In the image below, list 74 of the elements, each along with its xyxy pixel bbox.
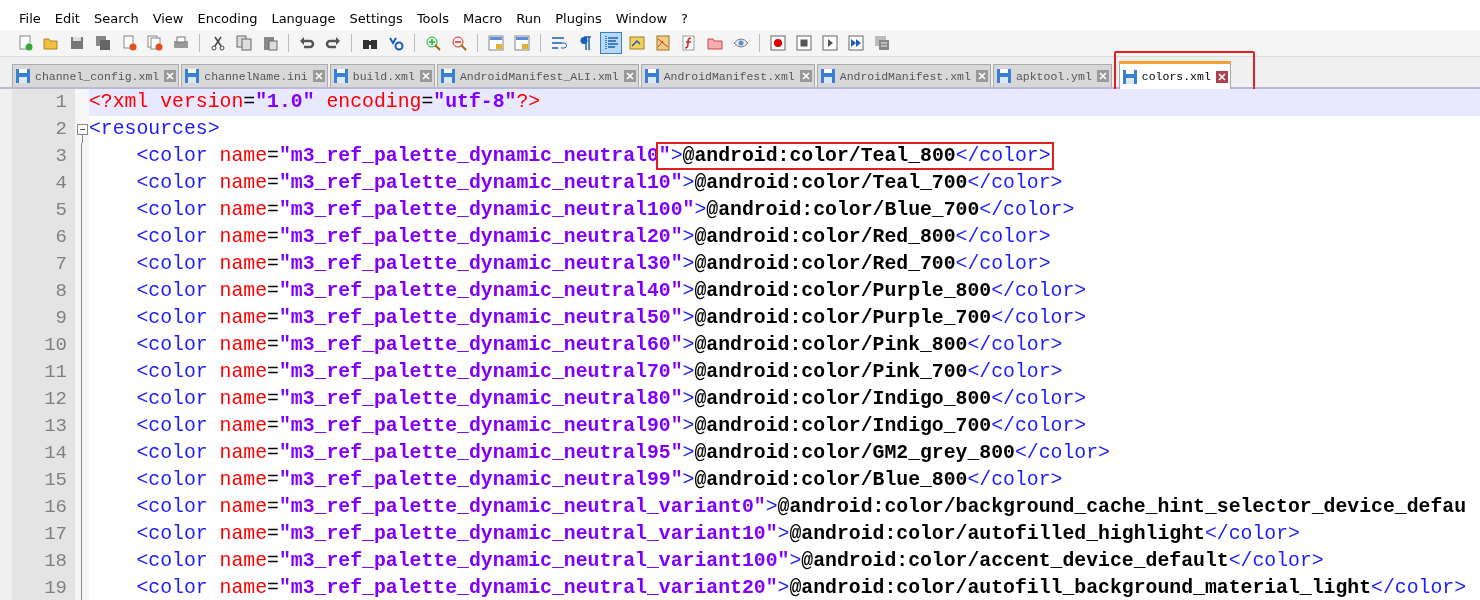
menu-item[interactable]: Window xyxy=(608,10,675,26)
close-icon[interactable] xyxy=(312,70,325,82)
code-line: <color name="m3_ref_palette_dynamic_neutral80">@android:color/Indigo_800</color> xyxy=(136,387,1087,412)
code-line: <color name="m3_ref_palette_dynamic_neutral_variant0">@android:color/background_cache_hint_selector_device_defau xyxy=(136,495,1467,520)
stop-icon[interactable] xyxy=(793,32,815,54)
line-number: 15 xyxy=(43,468,68,493)
code-line: <color name="m3_ref_palette_dynamic_neutral_variant10">@android:color/autofilled_highlight</color> xyxy=(136,522,1300,547)
menu-item[interactable]: Encoding xyxy=(190,10,265,26)
code-line: <color name="m3_ref_palette_dynamic_neutral99">@android:color/Blue_800</color> xyxy=(136,468,1063,493)
menu-item[interactable]: Run xyxy=(509,10,549,26)
file-tab[interactable]: colors.xml xyxy=(1118,61,1231,89)
line-number: 14 xyxy=(43,441,68,466)
file-tab[interactable]: AndroidManifest.xml xyxy=(640,64,815,87)
close-icon[interactable] xyxy=(975,70,988,82)
line-number: 1 xyxy=(54,90,68,115)
line-number: 8 xyxy=(54,279,68,304)
line-number: 4 xyxy=(54,171,68,196)
sync-vertical-icon[interactable] xyxy=(485,32,507,54)
line-number: 2 xyxy=(54,117,68,142)
line-number: 17 xyxy=(43,522,68,547)
close-icon[interactable] xyxy=(1215,70,1228,83)
line-number: 16 xyxy=(43,495,68,520)
code-line: <color name="m3_ref_palette_dynamic_neutral_variant20">@android:color/autofill_background_material_light</color> xyxy=(136,576,1467,600)
menu-item[interactable]: Tools xyxy=(409,10,456,26)
menu-item[interactable]: Edit xyxy=(47,10,87,26)
file-tab[interactable]: apktool.yml xyxy=(992,64,1112,87)
code-line: <color name="m3_ref_palette_dynamic_neutral70">@android:color/Pink_700</color> xyxy=(136,360,1063,385)
line-number: 11 xyxy=(43,360,68,385)
close-icon[interactable] xyxy=(164,70,177,82)
code-line: <color name="m3_ref_palette_dynamic_neutral10">@android:color/Teal_700</color> xyxy=(136,171,1063,196)
close-icon[interactable] xyxy=(623,70,636,82)
close-icon[interactable] xyxy=(799,70,812,82)
code-line: <resources> xyxy=(89,117,220,142)
menu-item[interactable]: Settings xyxy=(342,10,410,26)
line-number: 7 xyxy=(54,252,68,277)
close-icon[interactable] xyxy=(419,70,432,82)
menu-item[interactable]: Macro xyxy=(455,10,510,26)
code-line: <color name="m3_ref_palette_dynamic_neutral50">@android:color/Purple_700</color> xyxy=(136,306,1087,331)
close-icon[interactable] xyxy=(1096,70,1109,82)
line-number: 9 xyxy=(54,306,68,331)
menu-item[interactable]: Plugins xyxy=(548,10,609,26)
line-number: 10 xyxy=(43,333,68,358)
file-tab[interactable]: channel_config.xml xyxy=(12,64,180,87)
line-number: 3 xyxy=(54,144,68,169)
code-line: <color name="m3_ref_palette_dynamic_neutral90">@android:color/Indigo_700</color> xyxy=(136,414,1087,439)
file-tab[interactable]: AndroidManifest.xml xyxy=(816,64,991,87)
code-line: <color name="m3_ref_palette_dynamic_neutral30">@android:color/Red_700</color> xyxy=(136,252,1051,277)
code-line: <color name="m3_ref_palette_dynamic_neutral_variant100">@android:color/accent_device_default</color> xyxy=(136,549,1324,574)
indent-guide-icon[interactable] xyxy=(600,32,622,54)
line-number: 13 xyxy=(43,414,68,439)
record-icon[interactable] xyxy=(767,32,789,54)
code-line: <color name="m3_ref_palette_dynamic_neutral60">@android:color/Pink_800</color> xyxy=(136,333,1063,358)
menu-item[interactable]: ? xyxy=(674,10,695,26)
menu-item[interactable]: Search xyxy=(86,10,146,26)
code-line: <color name="m3_ref_palette_dynamic_neutral20">@android:color/Red_800</color> xyxy=(136,225,1051,250)
line-number: 12 xyxy=(43,387,68,412)
code-line: <color name="m3_ref_palette_dynamic_neutral100">@android:color/Blue_700</color> xyxy=(136,198,1075,223)
fast-forward-icon[interactable] xyxy=(845,32,867,54)
code-line: <color name="m3_ref_palette_dynamic_neutral0">@android:color/Teal_800</color> xyxy=(136,143,1051,170)
code-line: <color name="m3_ref_palette_dynamic_neutral95">@android:color/GM2_grey_800</color> xyxy=(136,441,1110,466)
menu-item[interactable]: Language xyxy=(264,10,343,26)
menu-item[interactable]: View xyxy=(145,10,191,26)
file-tab[interactable]: build.xml xyxy=(329,64,435,87)
sync-horizontal-icon[interactable] xyxy=(511,32,533,54)
file-tab[interactable]: channelName.ini xyxy=(181,64,328,87)
line-number: 19 xyxy=(43,576,68,600)
line-number: 5 xyxy=(54,198,68,223)
line-number: 6 xyxy=(54,225,68,250)
play-icon[interactable] xyxy=(819,32,841,54)
code-line: <color name="m3_ref_palette_dynamic_neutral40">@android:color/Purple_800</color> xyxy=(136,279,1087,304)
code-line: <?xml version="1.0" encoding="utf-8"?> xyxy=(89,90,541,115)
line-number: 18 xyxy=(43,549,68,574)
menu-item[interactable]: File xyxy=(12,10,48,26)
file-tab[interactable]: AndroidManifest_ALI.xml xyxy=(436,64,639,87)
